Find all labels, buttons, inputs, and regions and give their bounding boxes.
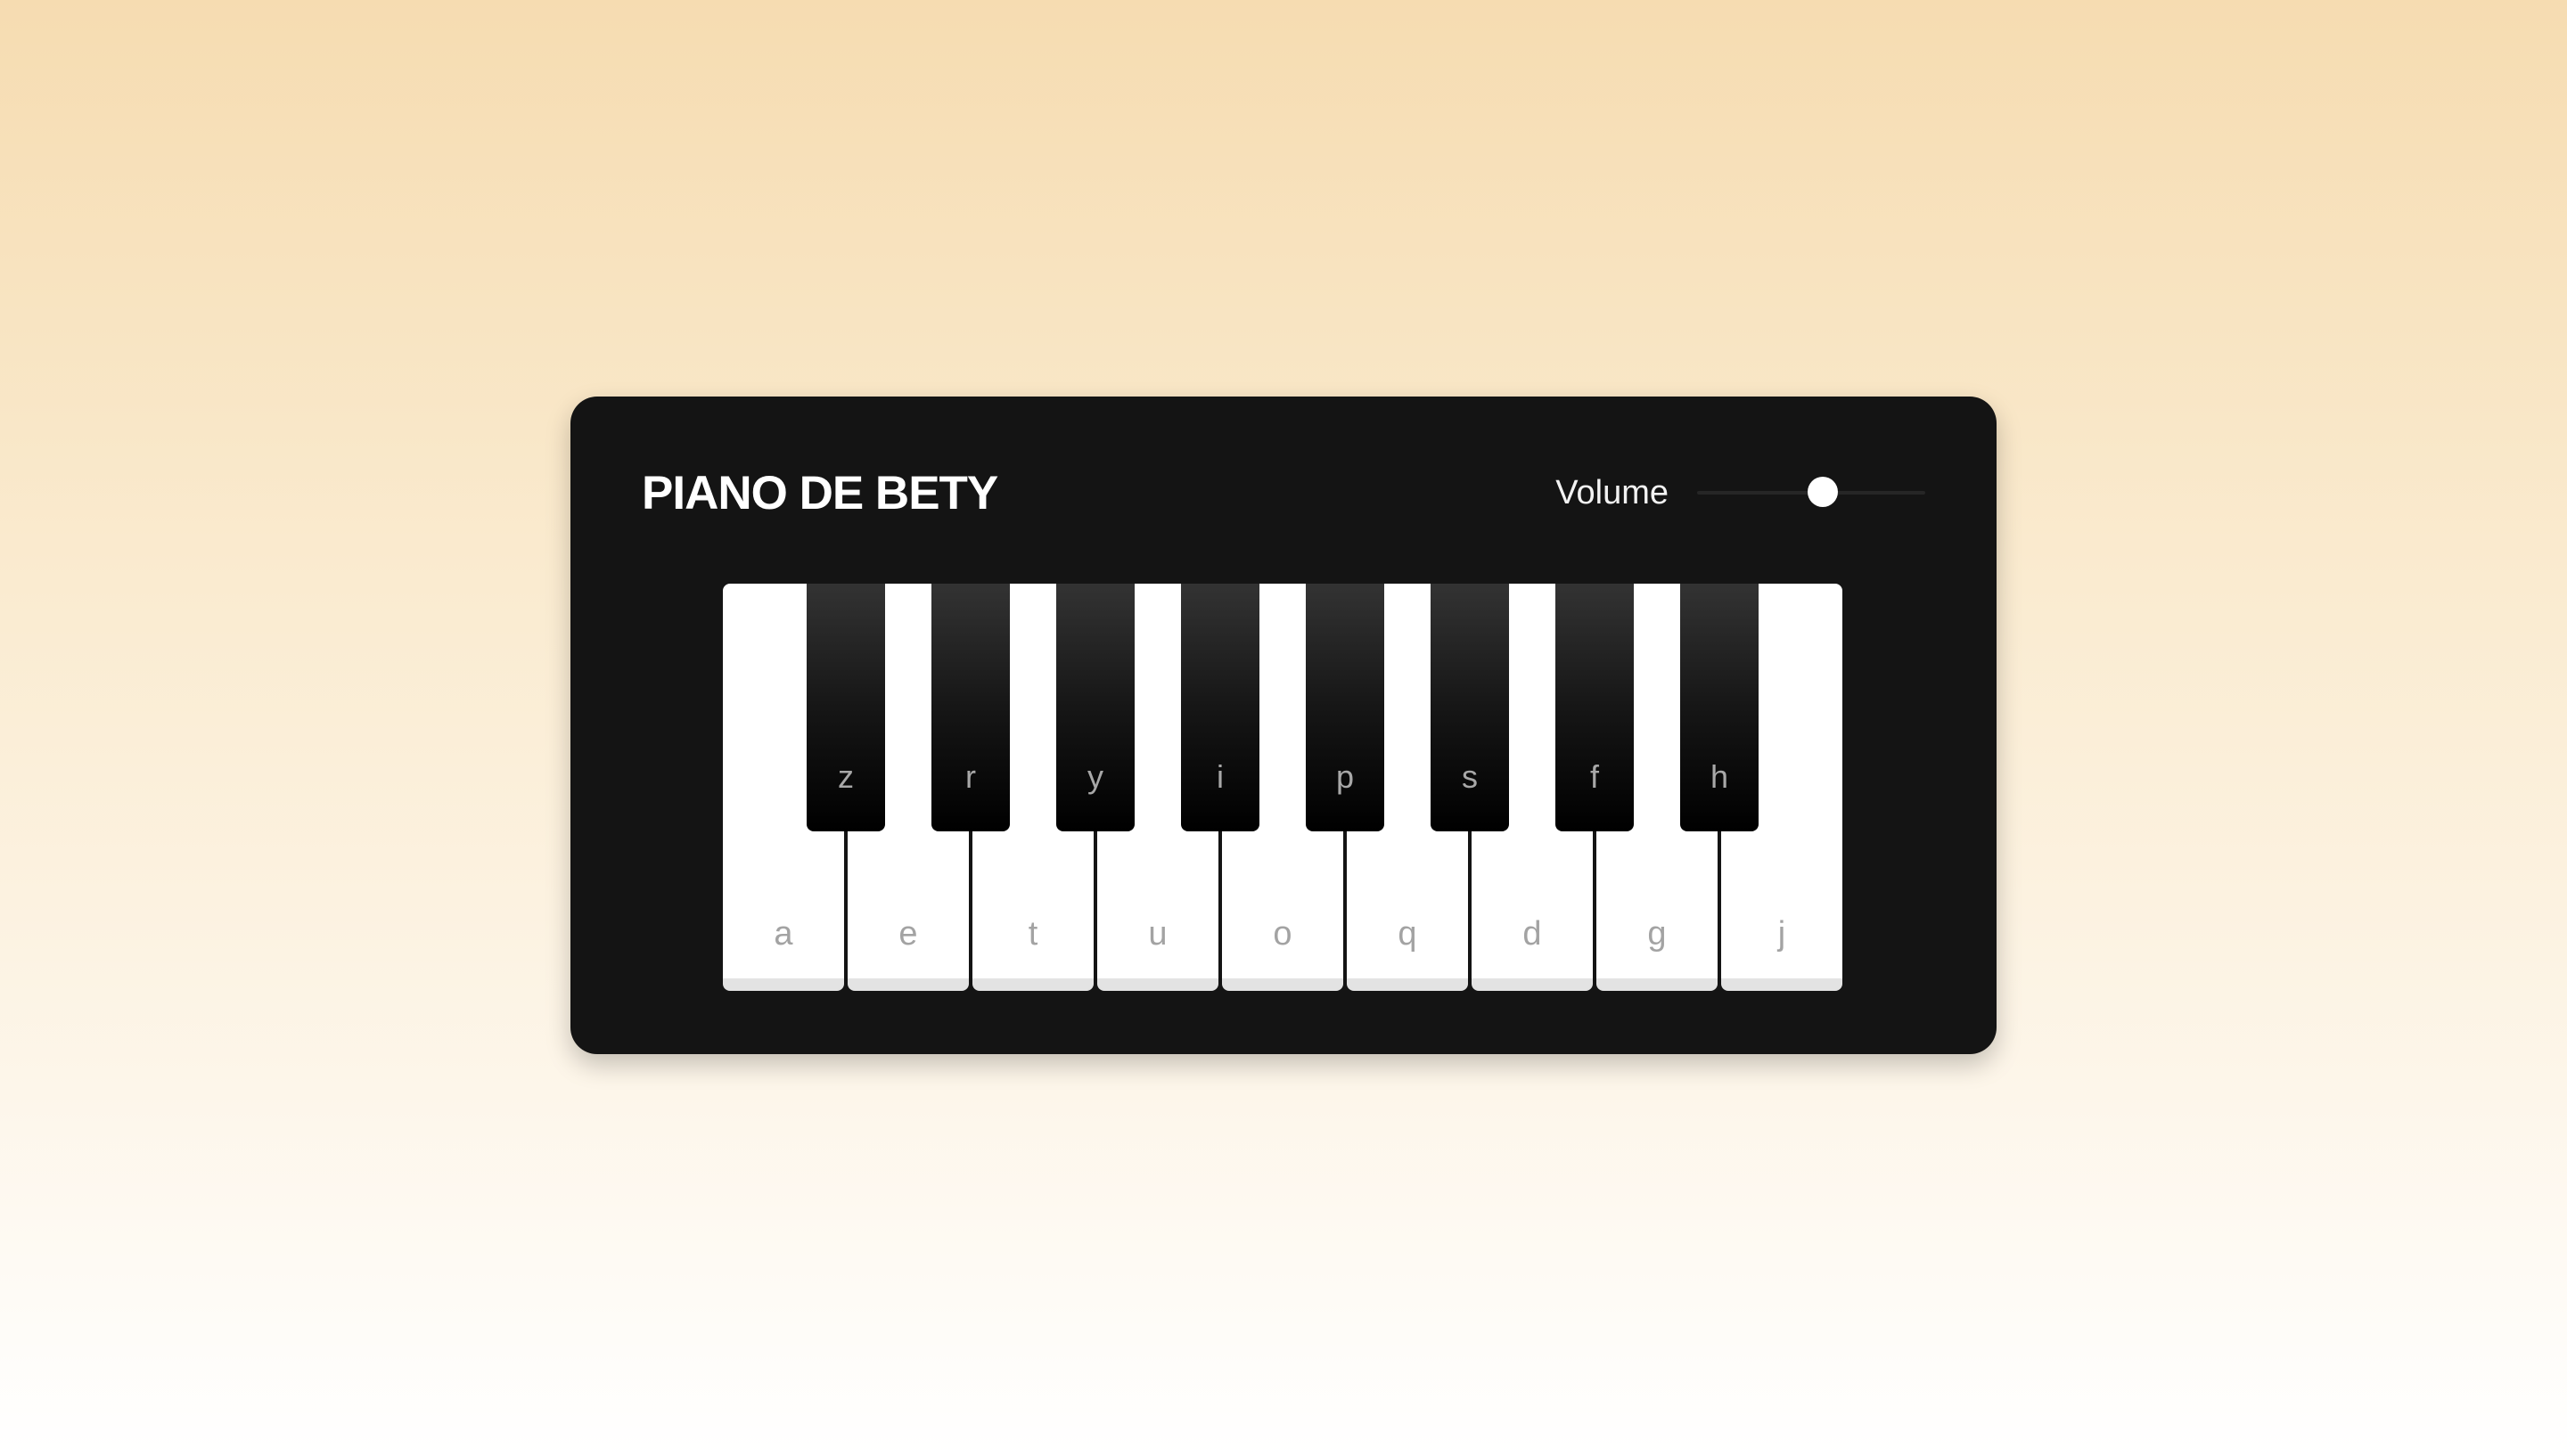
black-key[interactable]: h <box>1680 584 1759 831</box>
black-key-label: r <box>965 758 976 795</box>
piano-panel: PIANO DE BETY Volume a e t u o q d g j z… <box>570 397 1997 1054</box>
white-key-label: a <box>774 915 793 953</box>
black-key[interactable]: s <box>1431 584 1509 831</box>
page-title: PIANO DE BETY <box>642 466 998 519</box>
black-key-label: p <box>1335 758 1355 795</box>
black-key-label: y <box>1087 758 1103 795</box>
piano-keys: a e t u o q d g j z r y i p s f h <box>723 584 1844 991</box>
white-key-label: g <box>1647 915 1667 953</box>
piano-header: PIANO DE BETY Volume <box>642 457 1925 528</box>
black-key-label: z <box>838 758 854 795</box>
black-key[interactable]: f <box>1555 584 1634 831</box>
black-key[interactable]: p <box>1306 584 1384 831</box>
black-key-label: s <box>1462 758 1478 795</box>
black-key[interactable]: z <box>807 584 885 831</box>
white-key-label: t <box>1028 915 1038 953</box>
volume-label: Volume <box>1555 473 1669 511</box>
white-key-label: o <box>1273 915 1292 953</box>
white-key-label: u <box>1148 915 1168 953</box>
volume-control: Volume <box>1555 474 1925 512</box>
white-key-label: j <box>1777 915 1786 953</box>
white-key-label: q <box>1398 915 1417 953</box>
black-key[interactable]: r <box>931 584 1010 831</box>
volume-slider[interactable] <box>1697 477 1925 509</box>
black-key-label: f <box>1589 758 1599 795</box>
black-key[interactable]: i <box>1181 584 1259 831</box>
white-key-label: e <box>898 915 918 953</box>
white-key-label: d <box>1522 915 1542 953</box>
black-key-label: i <box>1217 758 1224 795</box>
black-key[interactable]: y <box>1056 584 1135 831</box>
black-key-label: h <box>1710 758 1729 795</box>
volume-slider-thumb[interactable] <box>1807 477 1838 507</box>
